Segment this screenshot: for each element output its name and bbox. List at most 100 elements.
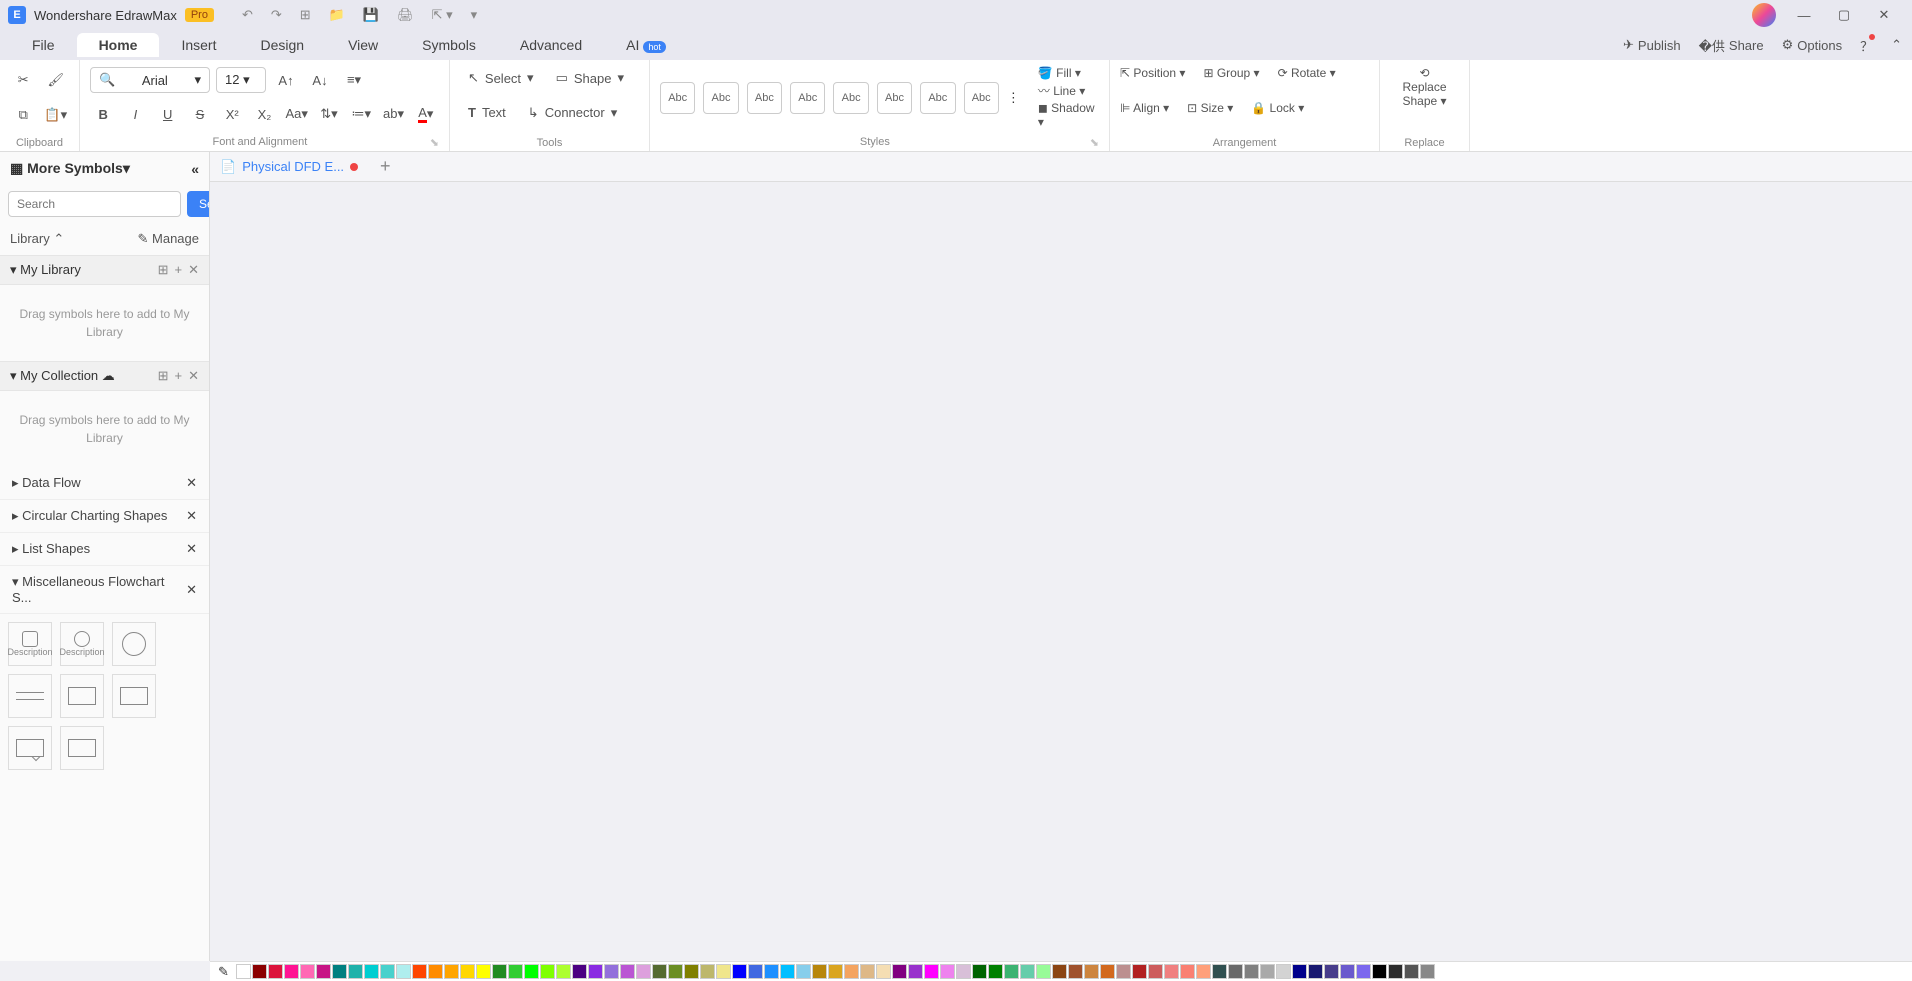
redo-icon[interactable]: ↷ bbox=[271, 7, 282, 23]
style-preset[interactable]: Abc bbox=[877, 82, 912, 114]
increase-font-icon[interactable]: A↑ bbox=[272, 66, 300, 94]
color-swatch[interactable] bbox=[668, 964, 683, 979]
color-swatch[interactable] bbox=[860, 964, 875, 979]
tab-ai[interactable]: AI bbox=[604, 33, 688, 57]
cut-icon[interactable]: ✂ bbox=[10, 66, 37, 94]
color-swatch[interactable] bbox=[348, 964, 363, 979]
eyedropper-icon[interactable]: ✎ bbox=[218, 964, 229, 980]
my-collection-dropzone[interactable]: Drag symbols here to add to My Library bbox=[0, 391, 209, 467]
replace-shape-button[interactable]: ⟲Replace Shape ▾ bbox=[1390, 66, 1459, 108]
share-button[interactable]: �供 Share bbox=[1699, 36, 1764, 55]
tab-design[interactable]: Design bbox=[238, 33, 326, 57]
color-swatch[interactable] bbox=[588, 964, 603, 979]
align-icon[interactable]: ≡▾ bbox=[340, 66, 368, 94]
color-swatch[interactable] bbox=[1372, 964, 1387, 979]
underline-icon[interactable]: U bbox=[155, 100, 181, 128]
color-swatch[interactable] bbox=[876, 964, 891, 979]
subscript-icon[interactable]: X₂ bbox=[251, 100, 277, 128]
close-icon[interactable]: ✕ bbox=[186, 582, 197, 598]
color-swatch[interactable] bbox=[1308, 964, 1323, 979]
color-swatch[interactable] bbox=[620, 964, 635, 979]
minimize-button[interactable]: — bbox=[1784, 0, 1824, 30]
close-icon[interactable]: ✕ bbox=[188, 262, 199, 278]
color-swatch[interactable] bbox=[1068, 964, 1083, 979]
color-swatch[interactable] bbox=[796, 964, 811, 979]
color-swatch[interactable] bbox=[508, 964, 523, 979]
close-button[interactable]: ✕ bbox=[1864, 0, 1904, 30]
color-swatch[interactable] bbox=[236, 964, 251, 979]
color-swatch[interactable] bbox=[812, 964, 827, 979]
category-misc[interactable]: ▾ Miscellaneous Flowchart S...✕ bbox=[0, 566, 209, 614]
add-icon[interactable]: + bbox=[175, 368, 183, 384]
color-swatch[interactable] bbox=[1180, 964, 1195, 979]
new-icon[interactable]: ⊞ bbox=[300, 7, 311, 23]
shape-thumb[interactable]: Description bbox=[60, 622, 104, 666]
color-swatch[interactable] bbox=[1324, 964, 1339, 979]
style-preset[interactable]: Abc bbox=[703, 82, 738, 114]
shape-thumb[interactable] bbox=[8, 726, 52, 770]
color-swatch[interactable] bbox=[1052, 964, 1067, 979]
undo-icon[interactable]: ↶ bbox=[242, 7, 253, 23]
color-swatch[interactable] bbox=[284, 964, 299, 979]
color-swatch[interactable] bbox=[892, 964, 907, 979]
tab-view[interactable]: View bbox=[326, 33, 400, 57]
color-swatch[interactable] bbox=[1292, 964, 1307, 979]
color-swatch[interactable] bbox=[380, 964, 395, 979]
rotate-button[interactable]: ⟳ Rotate ▾ bbox=[1278, 66, 1336, 80]
color-swatch[interactable] bbox=[940, 964, 955, 979]
add-icon[interactable]: + bbox=[175, 262, 183, 278]
group-button[interactable]: ⊞ Group ▾ bbox=[1203, 66, 1259, 80]
color-swatch[interactable] bbox=[732, 964, 747, 979]
bullets-icon[interactable]: ≔▾ bbox=[348, 100, 374, 128]
color-swatch[interactable] bbox=[1116, 964, 1131, 979]
export-icon[interactable]: ⇱ ▾ bbox=[432, 7, 453, 23]
strike-icon[interactable]: S bbox=[187, 100, 213, 128]
font-size-select[interactable]: 12 ▾ bbox=[216, 67, 266, 93]
color-swatch[interactable] bbox=[828, 964, 843, 979]
lock-button[interactable]: 🔒 Lock ▾ bbox=[1251, 101, 1304, 115]
color-swatch[interactable] bbox=[396, 964, 411, 979]
line-spacing-icon[interactable]: ⇅▾ bbox=[316, 100, 342, 128]
font-family-select[interactable]: 🔍Arial▾ bbox=[90, 67, 210, 93]
color-swatch[interactable] bbox=[988, 964, 1003, 979]
color-swatch[interactable] bbox=[972, 964, 987, 979]
color-swatch[interactable] bbox=[268, 964, 283, 979]
options-button[interactable]: ⚙ Options bbox=[1782, 37, 1842, 53]
color-swatch[interactable] bbox=[1196, 964, 1211, 979]
style-gallery[interactable]: Abc Abc Abc Abc Abc Abc Abc Abc ⋮ 🪣 Fill… bbox=[660, 66, 1099, 129]
color-swatch[interactable] bbox=[1036, 964, 1051, 979]
color-swatch[interactable] bbox=[716, 964, 731, 979]
category-dataflow[interactable]: ▸ Data Flow✕ bbox=[0, 467, 209, 500]
highlight-icon[interactable]: ab▾ bbox=[380, 100, 406, 128]
print-icon[interactable]: 🖨 bbox=[397, 7, 414, 23]
document-tab[interactable]: 📄 Physical DFD E... bbox=[210, 155, 368, 179]
color-swatch[interactable] bbox=[1164, 964, 1179, 979]
align-button[interactable]: ⊫ Align ▾ bbox=[1120, 101, 1169, 115]
style-preset[interactable]: Abc bbox=[790, 82, 825, 114]
color-swatch[interactable] bbox=[556, 964, 571, 979]
color-swatch[interactable] bbox=[844, 964, 859, 979]
my-library-section[interactable]: ▾ My Library ⊞+✕ bbox=[0, 255, 209, 285]
color-swatch[interactable] bbox=[1212, 964, 1227, 979]
color-swatch[interactable] bbox=[1228, 964, 1243, 979]
shape-thumb[interactable]: Description bbox=[8, 622, 52, 666]
color-swatch[interactable] bbox=[492, 964, 507, 979]
style-preset[interactable]: Abc bbox=[964, 82, 999, 114]
tab-insert[interactable]: Insert bbox=[159, 33, 238, 57]
grid-icon[interactable]: ⊞ bbox=[158, 368, 169, 384]
shape-thumb[interactable] bbox=[60, 674, 104, 718]
tab-advanced[interactable]: Advanced bbox=[498, 33, 604, 57]
color-swatch[interactable] bbox=[1420, 964, 1435, 979]
shape-thumb[interactable] bbox=[112, 622, 156, 666]
publish-button[interactable]: ✈ Publish bbox=[1623, 37, 1681, 53]
color-swatch[interactable] bbox=[1004, 964, 1019, 979]
library-dropdown[interactable]: Library ⌃ bbox=[10, 231, 64, 247]
collapse-sidebar-icon[interactable]: « bbox=[191, 161, 199, 177]
color-swatch[interactable] bbox=[1260, 964, 1275, 979]
color-swatch[interactable] bbox=[524, 964, 539, 979]
text-tool[interactable]: T Text bbox=[460, 101, 514, 124]
color-swatch[interactable] bbox=[1132, 964, 1147, 979]
color-swatch[interactable] bbox=[252, 964, 267, 979]
maximize-button[interactable]: ▢ bbox=[1824, 0, 1864, 30]
position-button[interactable]: ⇱ Position ▾ bbox=[1120, 66, 1185, 80]
